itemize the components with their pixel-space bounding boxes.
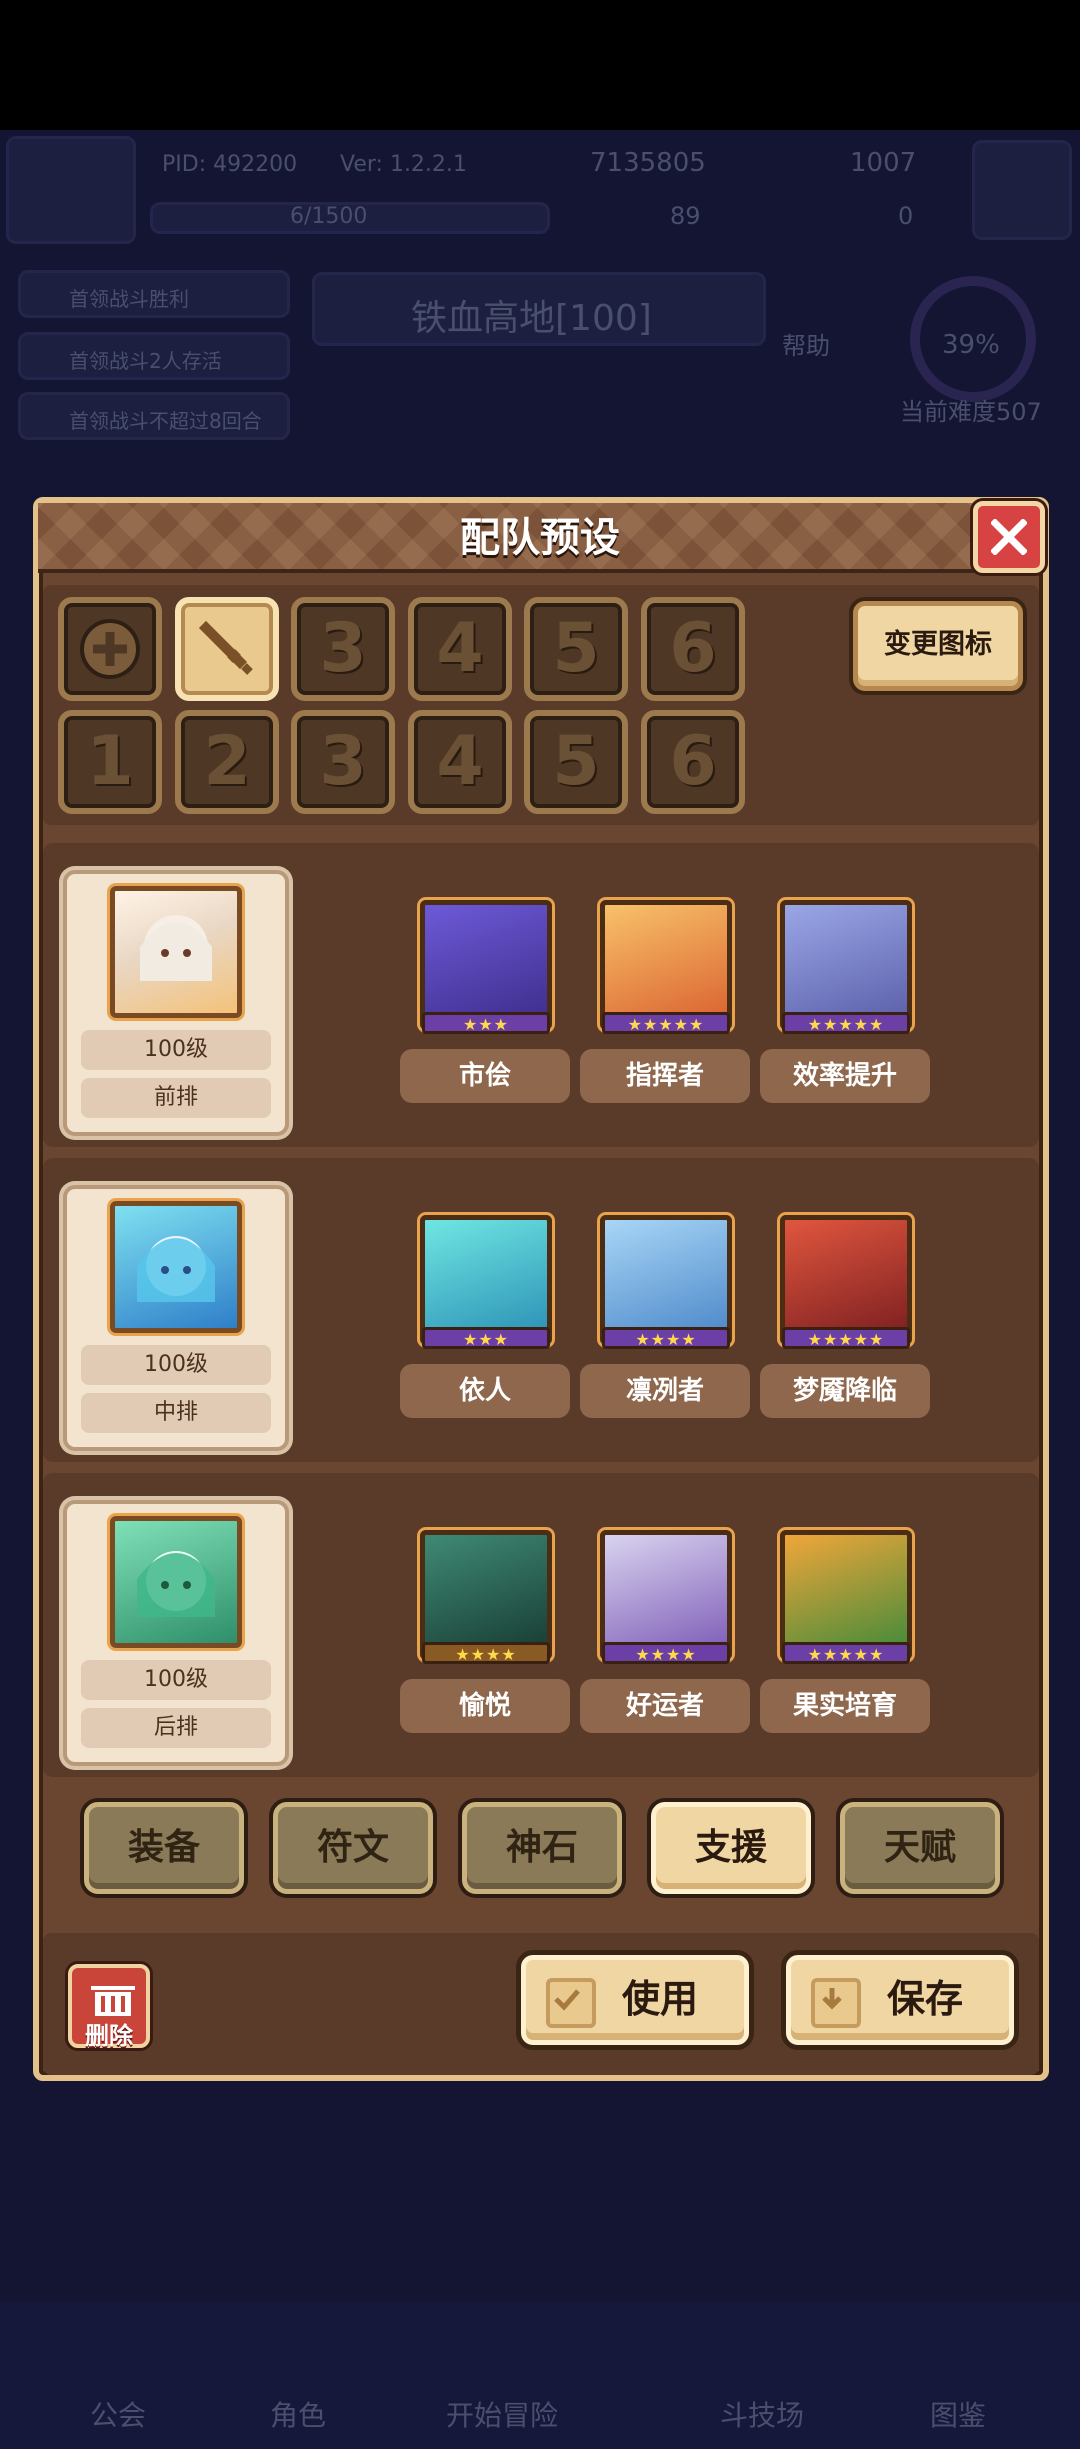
preset-slot-top-4[interactable]: 4	[408, 597, 512, 701]
support-card-2-2[interactable]	[600, 1215, 732, 1345]
use-button-label: 使用	[622, 1977, 699, 2021]
preset-slot-bottom-3[interactable]: 3	[291, 710, 395, 814]
star-rating: ★★★★★	[782, 1327, 910, 1349]
use-button[interactable]: 使用	[521, 1955, 749, 2045]
quest-item-1: 首领战斗胜利	[18, 270, 290, 318]
star-rating: ★★★★★	[782, 1642, 910, 1664]
support-card-3-3[interactable]	[780, 1530, 912, 1660]
hero-portrait-middle	[110, 1201, 242, 1333]
support-name: 市侩	[400, 1049, 570, 1103]
preset-slot-add[interactable]	[58, 597, 162, 701]
help-label: 帮助	[782, 332, 830, 360]
quest-text-3: 首领战斗不超过8回合	[69, 409, 262, 433]
preset-slot-top-3[interactable]: 3	[291, 597, 395, 701]
gold-count: 7135805	[590, 148, 706, 178]
change-icon-button[interactable]: 变更图标	[853, 601, 1023, 691]
support-card-2-3[interactable]	[780, 1215, 912, 1345]
tab-talent[interactable]: 天赋	[840, 1802, 1000, 1894]
hero-portrait-back	[110, 1516, 242, 1648]
trash-icon	[91, 1986, 135, 2016]
support-name: 梦魇降临	[760, 1364, 930, 1418]
preset-slot-bottom-5[interactable]: 5	[524, 710, 628, 814]
pid-text: PID: 492200	[162, 152, 298, 177]
progress-text: 39%	[942, 330, 1000, 360]
tab-rune[interactable]: 符文	[273, 1802, 433, 1894]
support-name: 凛冽者	[580, 1364, 750, 1418]
hero-portrait-front	[110, 886, 242, 1018]
hero-position-back: 后排	[81, 1708, 271, 1748]
stage-name-plate: 铁血高地[100]	[312, 272, 766, 346]
preset-slot-top-6[interactable]: 6	[641, 597, 745, 701]
preset-slot-bottom-2[interactable]: 2	[175, 710, 279, 814]
clover-count: 89	[670, 202, 701, 230]
quest-item-3: 首领战斗不超过8回合	[18, 392, 290, 440]
star-rating: ★★★★	[602, 1327, 730, 1349]
version-text: Ver: 1.2.2.1	[340, 152, 467, 177]
tab-equipment[interactable]: 装备	[84, 1802, 244, 1894]
preset-slot-top-5[interactable]: 5	[524, 597, 628, 701]
support-name: 好运者	[580, 1679, 750, 1733]
gem-count: 1007	[850, 148, 917, 178]
nav-start-adventure: 开始冒险	[446, 2399, 559, 2432]
star-rating: ★★★★	[422, 1642, 550, 1664]
key-count: 0	[898, 202, 914, 230]
support-card-1-3[interactable]	[780, 900, 912, 1030]
save-icon	[811, 1978, 861, 2028]
plus-icon	[80, 619, 140, 679]
support-name: 依人	[400, 1364, 570, 1418]
hero-position-middle: 中排	[81, 1393, 271, 1433]
hero-level-middle: 100级	[81, 1345, 271, 1385]
quest-text-1: 首领战斗胜利	[69, 287, 189, 311]
preset-slot-bottom-6[interactable]: 6	[641, 710, 745, 814]
energy-text: 6/1500	[290, 204, 368, 229]
hero-level-front: 100级	[81, 1030, 271, 1070]
stage-name: 铁血高地[100]	[411, 298, 652, 339]
bottom-nav: 公会 角色 开始冒险 斗技场 图鉴	[0, 2302, 1080, 2449]
delete-label: 删除	[85, 2022, 133, 2050]
star-rating: ★★★	[422, 1327, 550, 1349]
hero-avatar-icon	[137, 1236, 215, 1302]
dialog-title: 配队预设	[460, 515, 620, 561]
settings-button	[972, 140, 1072, 240]
quest-text-2: 首领战斗2人存活	[69, 349, 222, 373]
support-card-1-1[interactable]	[420, 900, 552, 1030]
difficulty-text: 当前难度507	[900, 398, 1042, 426]
hero-level-back: 100级	[81, 1660, 271, 1700]
support-card-3-2[interactable]	[600, 1530, 732, 1660]
checkmark-icon	[554, 1989, 580, 2011]
preset-slot-bottom-1[interactable]: 1	[58, 710, 162, 814]
nav-guild: 公会	[90, 2399, 147, 2432]
player-avatar	[6, 136, 136, 244]
preset-slot-sword[interactable]	[175, 597, 279, 701]
tab-support[interactable]: 支援	[651, 1802, 811, 1894]
star-rating: ★★★★	[602, 1642, 730, 1664]
hero-avatar-icon	[140, 915, 212, 981]
tab-god-stone[interactable]: 神石	[462, 1802, 622, 1894]
nav-codex: 图鉴	[930, 2399, 987, 2432]
save-button[interactable]: 保存	[786, 1955, 1014, 2045]
preset-slot-bottom-4[interactable]: 4	[408, 710, 512, 814]
support-card-1-2[interactable]	[600, 900, 732, 1030]
hero-position-front: 前排	[81, 1078, 271, 1118]
support-name: 效率提升	[760, 1049, 930, 1103]
close-icon	[991, 519, 1027, 555]
support-card-3-1[interactable]	[420, 1530, 552, 1660]
nav-character: 角色	[270, 2399, 327, 2432]
star-rating: ★★★★★	[782, 1012, 910, 1034]
check-icon	[546, 1978, 596, 2028]
nav-arena: 斗技场	[720, 2399, 805, 2432]
quest-item-2: 首领战斗2人存活	[18, 332, 290, 380]
sword-icon	[198, 620, 253, 675]
support-card-2-1[interactable]	[420, 1215, 552, 1345]
star-rating: ★★★★★	[602, 1012, 730, 1034]
save-button-label: 保存	[887, 1977, 964, 2021]
arrow-down-icon	[822, 1988, 842, 2010]
support-name: 果实培育	[760, 1679, 930, 1733]
close-button[interactable]	[973, 501, 1045, 573]
support-name: 指挥者	[580, 1049, 750, 1103]
star-rating: ★★★	[422, 1012, 550, 1034]
hero-avatar-icon	[137, 1551, 215, 1617]
support-name: 愉悦	[400, 1679, 570, 1733]
